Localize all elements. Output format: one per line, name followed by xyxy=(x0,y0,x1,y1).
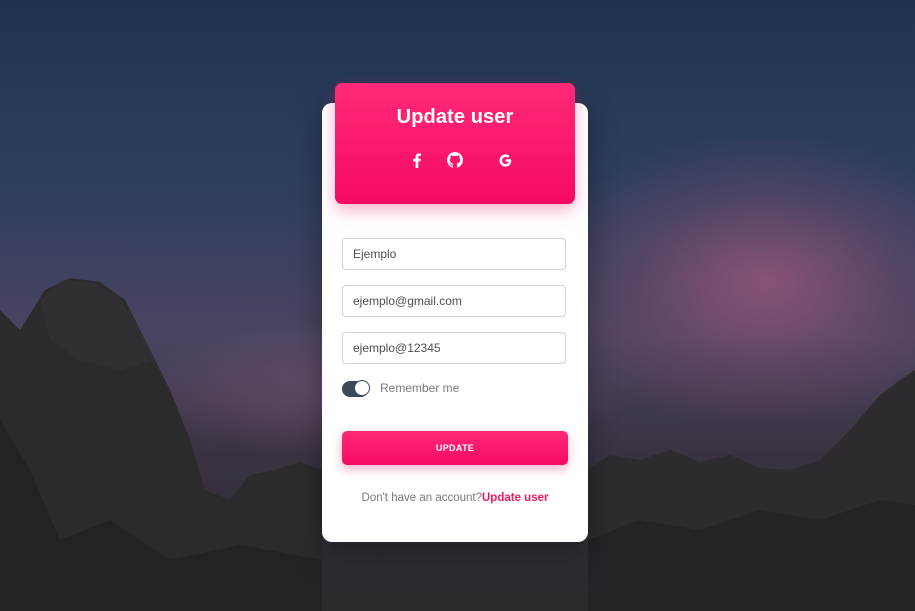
toggle-knob xyxy=(354,380,370,396)
card-header: Update user xyxy=(335,83,575,204)
footer-prompt: Don't have an account?Update user xyxy=(322,492,588,504)
card-title: Update user xyxy=(396,106,514,128)
google-button[interactable] xyxy=(493,149,517,171)
facebook-button[interactable] xyxy=(405,149,429,171)
google-icon xyxy=(499,153,511,167)
remember-me-label: Remember me xyxy=(380,381,460,395)
update-button[interactable]: UPDATE xyxy=(342,431,568,465)
github-icon xyxy=(447,152,463,168)
facebook-icon xyxy=(413,152,421,168)
footer-prompt-text: Don't have an account? xyxy=(361,492,482,504)
email-field[interactable] xyxy=(342,285,566,317)
name-field[interactable] xyxy=(342,238,566,270)
update-user-link[interactable]: Update user xyxy=(482,492,548,504)
github-button[interactable] xyxy=(443,149,467,171)
remember-me-toggle[interactable] xyxy=(342,380,370,397)
password-field[interactable] xyxy=(342,332,566,364)
